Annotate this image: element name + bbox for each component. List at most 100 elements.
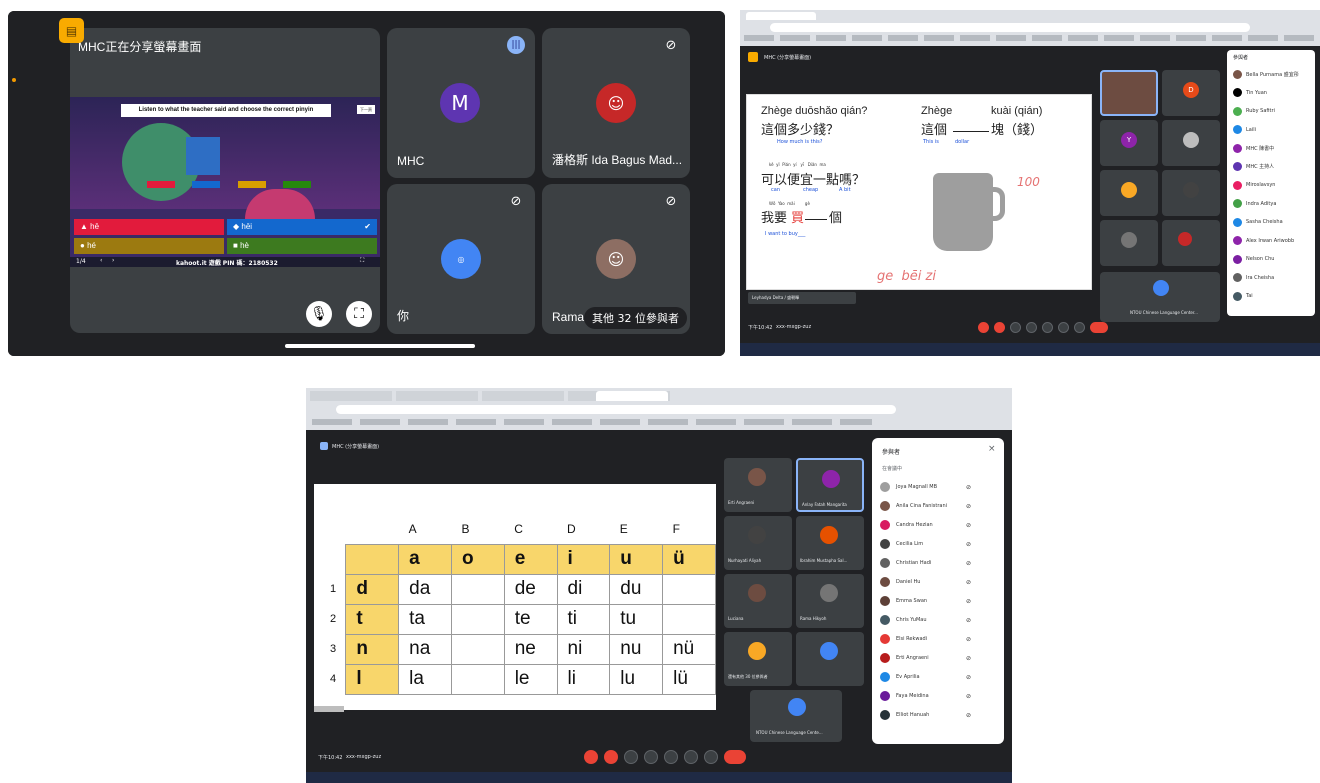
- participant-tile[interactable]: [796, 632, 864, 686]
- mic-button[interactable]: [978, 322, 989, 333]
- end-call-button[interactable]: [724, 750, 746, 764]
- syllable-cell: [450, 603, 505, 635]
- fullscreen-button[interactable]: ⛶: [346, 301, 372, 327]
- participant-row[interactable]: Miroslavsyn: [1233, 179, 1275, 191]
- participant-tile[interactable]: Anlay Fatah Mangarita: [796, 458, 864, 512]
- fullscreen-icon[interactable]: ⛶: [360, 257, 364, 265]
- participant-tile[interactable]: Rama Hikyoh: [796, 574, 864, 628]
- participant-row[interactable]: Elsi Rekwadi ⊘: [880, 630, 971, 648]
- participant-row[interactable]: Sasha Cheisha: [1233, 216, 1283, 228]
- vowel-cell: u: [609, 543, 664, 575]
- tile-7[interactable]: [1100, 220, 1158, 266]
- participant-row[interactable]: Joya Magnall MB ⊘: [880, 478, 971, 496]
- tile-more[interactable]: [1162, 220, 1220, 266]
- participant-tile[interactable]: Luciana: [724, 574, 792, 628]
- camera-tile[interactable]: [1100, 70, 1158, 116]
- answer-yellow[interactable]: ● hé: [74, 238, 224, 254]
- initial-cell: l: [345, 663, 400, 695]
- syllable-cell: [450, 663, 505, 695]
- participant-row[interactable]: Tin Yuan: [1233, 87, 1267, 99]
- participant-row[interactable]: Faya Meidina ⊘: [880, 687, 971, 705]
- participant-name: Joya Magnall MB: [896, 484, 938, 490]
- tile-d[interactable]: D: [1162, 70, 1220, 116]
- participant-avatar: [1233, 217, 1242, 227]
- end-call-button[interactable]: [1090, 322, 1108, 333]
- participant-row[interactable]: Daniel Hu ⊘: [880, 573, 971, 591]
- col-letter: C: [514, 521, 523, 536]
- participant-row[interactable]: Anila Cina Fanistrani ⊘: [880, 497, 971, 515]
- kahoot-skip-button[interactable]: 下一頁: [357, 105, 375, 114]
- participant-tile[interactable]: Ibrahim Mustapha Sal...: [796, 516, 864, 570]
- avatar-ngc: [1153, 280, 1169, 296]
- active-tab[interactable]: [596, 391, 668, 401]
- close-icon[interactable]: ×: [988, 444, 996, 454]
- participant-row[interactable]: Ev Aprilia ⊘: [880, 668, 971, 686]
- raise-hand-button[interactable]: [684, 750, 698, 764]
- participant-tile-ida[interactable]: ☺ 潘格斯 Ida Bagus Mad... ⊘: [542, 28, 690, 178]
- emoji-button[interactable]: [1026, 322, 1037, 333]
- participant-tile-rama[interactable]: ☺ Rama ⊘ 其他 32 位參與者: [542, 184, 690, 334]
- next-icon[interactable]: ›: [112, 257, 114, 264]
- tile-y[interactable]: Y: [1100, 120, 1158, 166]
- participant-name: Ibrahim Mustapha Sal...: [800, 558, 848, 563]
- kahoot-pin: kahoot.it 遊戲 PIN 碼：2180532: [176, 260, 278, 267]
- participant-row[interactable]: Indra Aditya: [1233, 198, 1276, 210]
- participant-tile-ngc[interactable]: NTOU Chinese Language Cente...: [750, 690, 842, 742]
- captions-button[interactable]: [1010, 322, 1021, 333]
- more-button[interactable]: [1074, 322, 1085, 333]
- address-bar[interactable]: [770, 23, 1250, 32]
- participant-row[interactable]: MHC 陳書中: [1233, 142, 1274, 154]
- answer-green[interactable]: ■ hè: [227, 238, 377, 254]
- participant-row[interactable]: MHC 主持人: [1233, 161, 1274, 173]
- raise-hand-button[interactable]: [1058, 322, 1069, 333]
- avatar-more: [1178, 232, 1192, 246]
- participant-row[interactable]: Erti Angraeni ⊘: [880, 649, 971, 667]
- participant-name: Nurhayati Aliyah: [728, 558, 762, 563]
- participant-row[interactable]: Cecilia Lim ⊘: [880, 535, 971, 553]
- camera-button[interactable]: [994, 322, 1005, 333]
- emoji-button[interactable]: [644, 750, 658, 764]
- participant-row[interactable]: Emma Swan ⊘: [880, 592, 971, 610]
- address-bar[interactable]: [336, 405, 896, 414]
- participant-row[interactable]: Chris YuMau ⊘: [880, 611, 971, 629]
- present-button[interactable]: [664, 750, 678, 764]
- participant-row[interactable]: Candra Hezian ⊘: [880, 516, 971, 534]
- participant-row[interactable]: Tai: [1233, 290, 1253, 302]
- participant-row[interactable]: Nelson Chu: [1233, 253, 1274, 265]
- slide-toolbar[interactable]: [314, 706, 344, 712]
- participant-row[interactable]: Christian Hadi ⊘: [880, 554, 971, 572]
- q2-english: This is: [923, 139, 939, 145]
- answer-red[interactable]: ▲ hē: [74, 219, 224, 235]
- prev-icon[interactable]: ‹: [100, 257, 102, 264]
- participant-row[interactable]: Bella Purnama 盛宜彤: [1233, 68, 1299, 80]
- camera-button[interactable]: [604, 750, 618, 764]
- participant-tile[interactable]: Erti Angraeni: [724, 458, 792, 512]
- others-count-badge[interactable]: 其他 32 位參與者: [584, 307, 687, 329]
- participant-name: Ev Aprilia: [896, 674, 920, 680]
- syllable-cell: [450, 573, 505, 605]
- participant-row[interactable]: Elliot Hanuah ⊘: [880, 706, 971, 724]
- tile-4[interactable]: [1162, 120, 1220, 166]
- present-button[interactable]: [1042, 322, 1053, 333]
- tile-6[interactable]: [1162, 170, 1220, 216]
- participant-row[interactable]: Laili: [1233, 124, 1256, 136]
- participant-row[interactable]: Ruby Safitri: [1233, 105, 1275, 117]
- captions-button[interactable]: [624, 750, 638, 764]
- tile-ngc[interactable]: NTOU Chinese Language Center...: [1100, 272, 1220, 322]
- participant-avatar: [1233, 199, 1242, 208]
- participant-row[interactable]: Alex Irwan Ariwobb: [1233, 235, 1294, 247]
- more-button[interactable]: [704, 750, 718, 764]
- participant-tile[interactable]: Nurhayati Aliyah: [724, 516, 792, 570]
- participant-avatar: [880, 558, 890, 568]
- participant-name: Daniel Hu: [896, 579, 921, 585]
- participant-tile[interactable]: 還有其他 30 位參與者: [724, 632, 792, 686]
- browser-tab[interactable]: [746, 12, 816, 20]
- participant-tile-you[interactable]: ◎ 你 ⊘: [387, 184, 535, 334]
- answer-blue[interactable]: ◆ hēi ✔: [227, 219, 377, 235]
- tile-5[interactable]: [1100, 170, 1158, 216]
- mute-button[interactable]: 🎙: [306, 301, 332, 327]
- q2-blank: [953, 131, 989, 132]
- mic-button[interactable]: [584, 750, 598, 764]
- participant-tile-mhc[interactable]: M MHC |||: [387, 28, 535, 178]
- participant-row[interactable]: Ira Cheisha: [1233, 272, 1274, 284]
